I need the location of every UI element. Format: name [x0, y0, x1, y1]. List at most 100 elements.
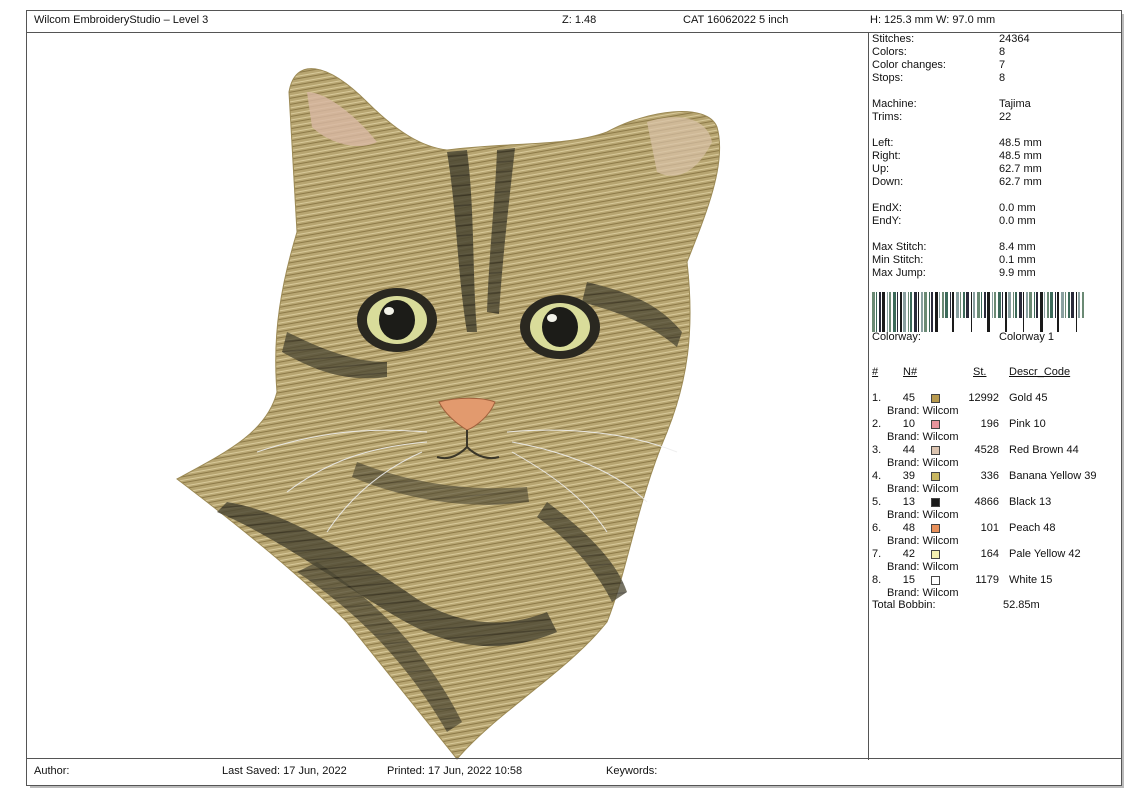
barcode-bar — [931, 292, 933, 332]
thread-stitch-count: 12992 — [968, 392, 999, 404]
thread-brand: Brand: Wilcom — [887, 561, 959, 573]
thread-index: 4. — [872, 470, 882, 482]
thread-number: 15 — [902, 574, 915, 586]
barcode-bar — [981, 292, 982, 318]
barcode-bar — [1055, 292, 1056, 318]
barcode-bar — [994, 292, 996, 318]
thread-number: 45 — [902, 392, 915, 404]
barcode-bar — [1015, 292, 1017, 318]
barcode-bar — [1082, 292, 1084, 318]
thread-stitch-count: 101 — [980, 522, 999, 534]
thread-brand: Brand: Wilcom — [887, 509, 959, 521]
barcode-bar — [987, 292, 990, 332]
thread-color-swatch — [931, 498, 940, 507]
barcode-bar — [1071, 292, 1074, 318]
thread-row: 6. 48 101 Peach 48 Brand: Wilcom — [872, 522, 1122, 548]
barcode-bar — [903, 292, 906, 332]
barcode-bar — [1050, 292, 1053, 318]
barcode-bar — [1078, 292, 1080, 318]
col-header-num: # — [872, 366, 879, 378]
thread-color-swatch — [931, 420, 940, 429]
barcode-bar — [908, 292, 909, 332]
barcode-bar — [971, 292, 972, 332]
barcode-bar — [921, 292, 923, 332]
thread-index: 5. — [872, 496, 882, 508]
barcode-bar — [910, 292, 912, 332]
thread-index: 1. — [872, 392, 882, 404]
thread-number: 48 — [902, 522, 915, 534]
barcode-bar — [984, 292, 986, 318]
print-preview-sheet: Wilcom EmbroideryStudio – Level 3 Z: 1.4… — [26, 10, 1122, 786]
thread-description: Gold 45 — [1009, 392, 1048, 404]
barcode-bar — [945, 292, 948, 318]
thread-description: Pale Yellow 42 — [1009, 548, 1081, 560]
thread-row: 1. 45 12992 Gold 45 Brand: Wilcom — [872, 392, 1122, 418]
barcode-bar — [887, 292, 888, 332]
barcode-bar — [1047, 292, 1049, 318]
barcode-bar — [900, 292, 902, 332]
col-header-n: N# — [903, 366, 918, 378]
cat-embroidery-image — [176, 68, 721, 760]
thread-stitch-count: 4528 — [974, 444, 999, 456]
barcode-bar — [963, 292, 965, 318]
barcode-bar — [1029, 292, 1032, 318]
thread-description: Banana Yellow 39 — [1009, 470, 1097, 482]
barcode-bar — [1068, 292, 1070, 318]
barcode-bar — [973, 292, 975, 318]
thread-index: 3. — [872, 444, 882, 456]
thread-stitch-count: 336 — [980, 470, 999, 482]
barcode-bar — [1005, 292, 1007, 332]
thread-color-swatch — [931, 472, 940, 481]
thread-color-swatch — [931, 394, 940, 403]
thread-row: 3. 44 4528 Red Brown 44 Brand: Wilcom — [872, 444, 1122, 470]
thread-row: 2. 10 196 Pink 10 Brand: Wilcom — [872, 418, 1122, 444]
thread-color-swatch — [931, 446, 940, 455]
barcode-bar — [950, 292, 951, 318]
barcode-bar — [1044, 292, 1045, 318]
barcode-bar — [876, 292, 877, 332]
barcode-bar — [1019, 292, 1022, 318]
barcode-bar — [929, 292, 930, 332]
thread-color-swatch — [931, 576, 940, 585]
barcode-bar — [960, 292, 961, 318]
thread-color-swatch — [931, 524, 940, 533]
author-label: Author: — [34, 765, 70, 777]
thread-brand: Brand: Wilcom — [887, 535, 959, 547]
keywords-label: Keywords: — [606, 765, 658, 777]
barcode-bar — [1036, 292, 1038, 318]
thread-row: 8. 15 1179 White 15 Brand: Wilcom — [872, 574, 1122, 600]
barcode-bar — [893, 292, 896, 332]
thread-brand: Brand: Wilcom — [887, 483, 959, 495]
barcode-bar — [956, 292, 959, 318]
barcode-bar — [1023, 292, 1024, 332]
thread-number: 42 — [902, 548, 915, 560]
thread-row: 4. 39 336 Banana Yellow 39 Brand: Wilcom — [872, 470, 1122, 496]
col-header-st: St. — [973, 366, 987, 378]
zoom-level: Z: 1.48 — [562, 14, 597, 26]
thread-stitch-count: 4866 — [974, 496, 999, 508]
barcode-bar — [872, 292, 875, 332]
thread-index: 7. — [872, 548, 882, 560]
barcode-bar — [918, 292, 919, 332]
barcode-bar — [1065, 292, 1066, 318]
design-info-panel: Stitches: 24364 Colors: 8 Color changes: 7 … — [872, 32, 1122, 760]
barcode-bar — [942, 292, 944, 318]
app-title: Wilcom EmbroideryStudio – Level 3 — [34, 14, 209, 26]
thread-stitch-count: 164 — [980, 548, 999, 560]
barcode-image — [872, 292, 1084, 332]
barcode-bar — [924, 292, 927, 332]
thread-index: 8. — [872, 574, 882, 586]
design-name: CAT 16062022 5 inch — [683, 14, 789, 26]
thread-brand: Brand: Wilcom — [887, 405, 959, 417]
barcode-bar — [882, 292, 885, 332]
thread-description: Peach 48 — [1009, 522, 1056, 534]
barcode-bar — [1002, 292, 1003, 318]
thread-row: 5. 13 4866 Black 13 Brand: Wilcom — [872, 496, 1122, 522]
barcode-bar — [998, 292, 1001, 318]
barcode-bar — [992, 292, 993, 318]
printed-date: Printed: 17 Jun, 2022 10:58 — [387, 765, 523, 777]
thread-number: 39 — [902, 470, 915, 482]
thread-brand: Brand: Wilcom — [887, 431, 959, 443]
barcode-bar — [914, 292, 917, 332]
barcode-bar — [977, 292, 980, 318]
